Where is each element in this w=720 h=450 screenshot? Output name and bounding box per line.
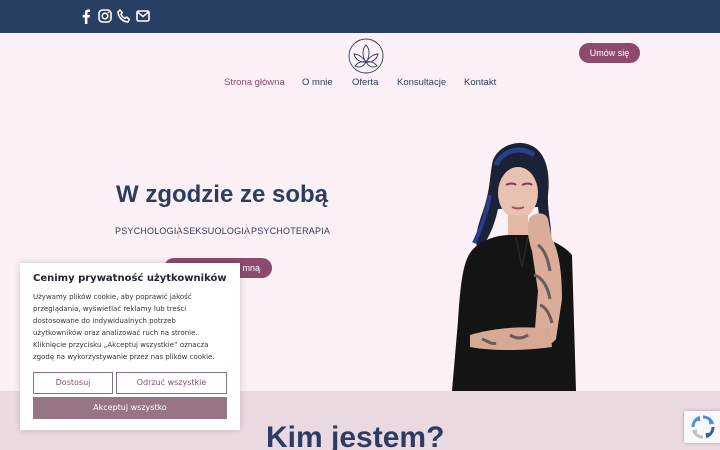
cookie-text-line: Używamy plików cookie, aby poprawić jako… [33, 293, 192, 301]
recaptcha-icon [691, 415, 715, 439]
phone-icon[interactable] [116, 8, 132, 24]
tag-divider [246, 224, 247, 238]
tag-psychology: PSYCHOLOGIA [115, 226, 183, 236]
nav-consultations[interactable]: Konsultacje [397, 77, 446, 88]
lotus-logo[interactable] [348, 38, 384, 74]
recaptcha-badge[interactable] [684, 411, 720, 443]
tag-sexology: SEKSUOLOGIA [183, 226, 251, 236]
cookie-customize-button[interactable]: Dostosuj [33, 372, 113, 394]
hero-title: W zgodzie ze sobą [116, 181, 329, 208]
facebook-icon[interactable] [78, 8, 94, 24]
nav-offer[interactable]: Oferta [352, 77, 378, 88]
top-bar [0, 0, 720, 33]
tag-divider [178, 224, 179, 238]
cookie-text-line: użytkowników oraz analizować ruch na str… [33, 329, 198, 337]
nav-about[interactable]: O mnie [302, 77, 333, 88]
therapist-photo [430, 135, 590, 391]
about-heading: Kim jestem? [266, 421, 445, 450]
book-appointment-button[interactable]: Umów się [579, 43, 640, 63]
instagram-icon[interactable] [97, 8, 113, 24]
cookie-text-line: Kliknięcie przycisku „Akceptuj wszystkie… [33, 341, 209, 349]
cookie-text-line: dostosowane do indywidualnych potrzeb [33, 317, 176, 325]
cookie-accept-button[interactable]: Akceptuj wszystko [33, 397, 227, 419]
tag-psychotherapy: PSYCHOTERAPIA [251, 226, 331, 236]
cookie-text-line: zgodę na wykorzystywanie przez nas plikó… [33, 353, 215, 361]
cookie-text-line: przeglądania, wyświetlać reklamy lub tre… [33, 305, 187, 313]
cookie-consent-banner: Cenimy prywatność użytkowników Używamy p… [20, 263, 240, 430]
mail-icon[interactable] [135, 8, 151, 24]
cookie-reject-button[interactable]: Odrzuć wszystkie [116, 372, 227, 394]
cookie-title: Cenimy prywatność użytkowników [33, 273, 227, 284]
nav-home[interactable]: Strona główna [224, 77, 285, 88]
nav-contact[interactable]: Kontakt [464, 77, 496, 88]
